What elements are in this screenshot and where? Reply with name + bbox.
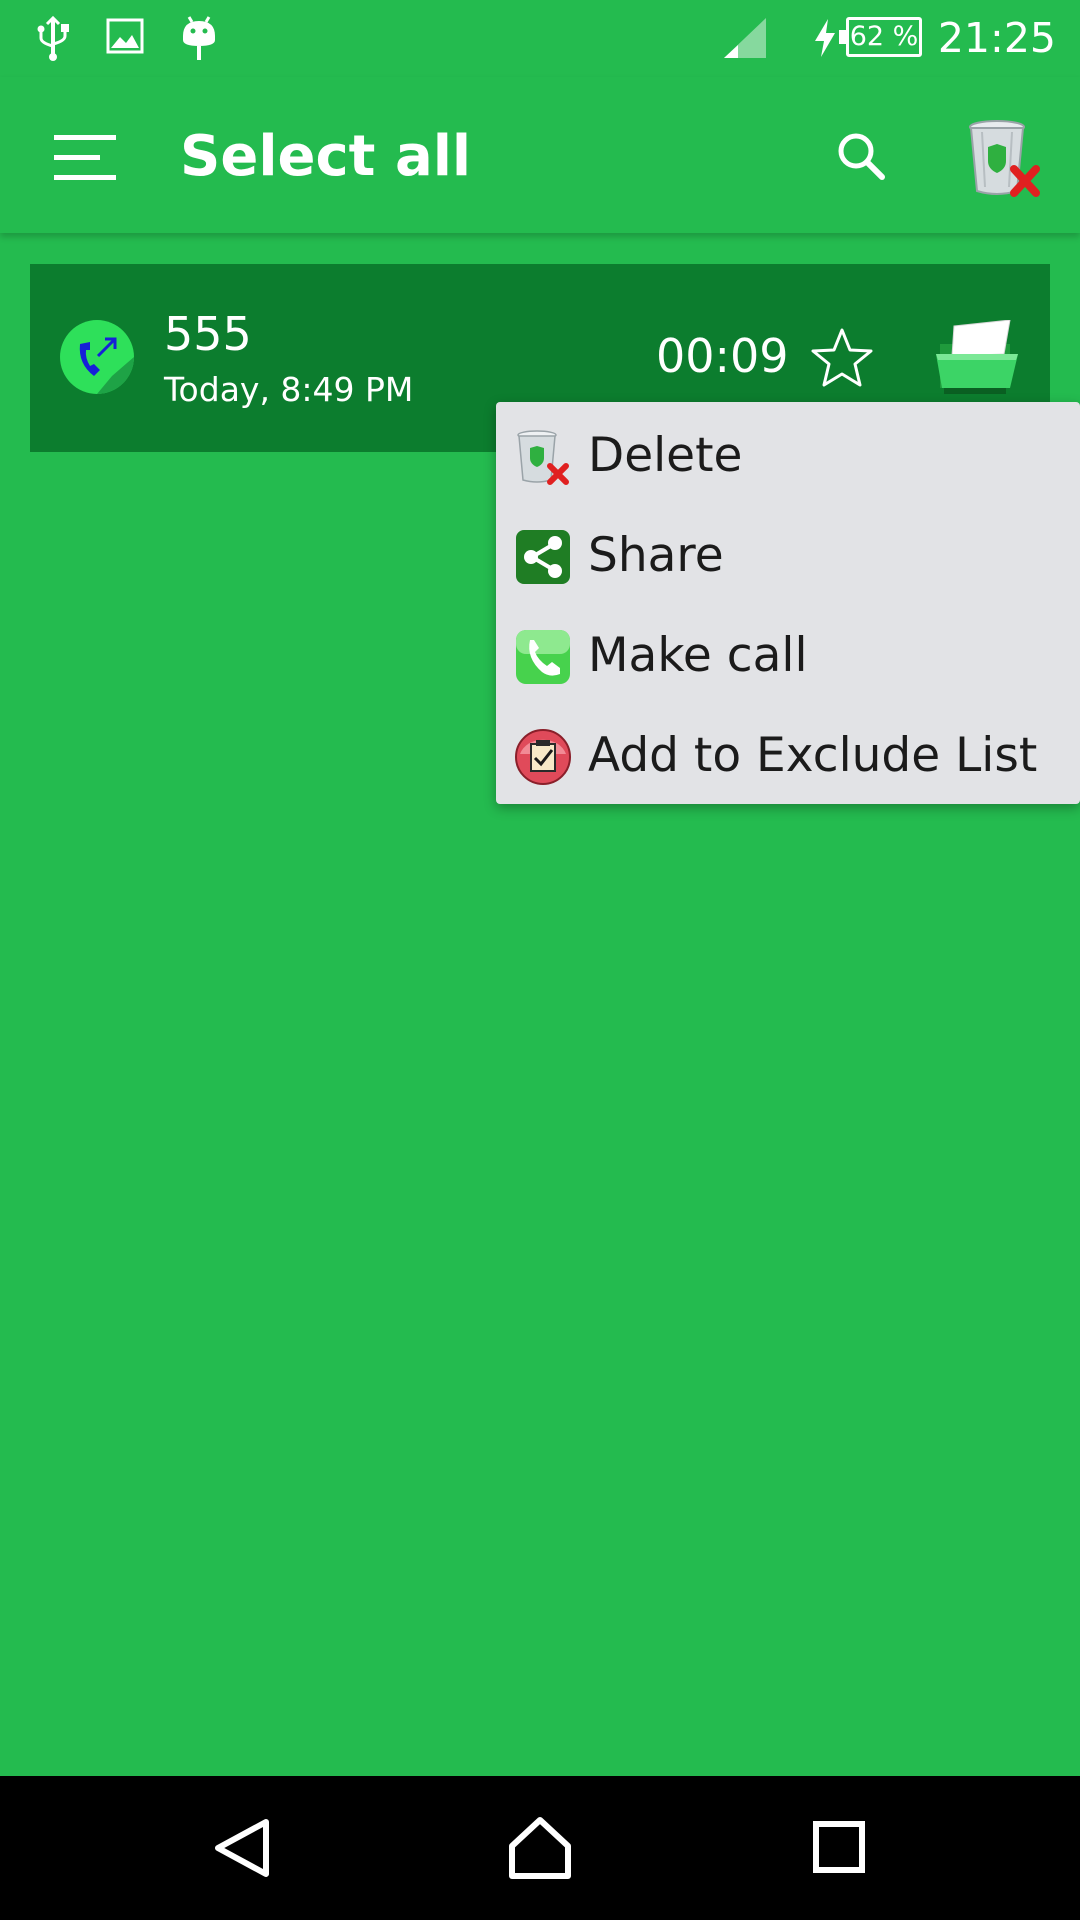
- android-icon: [183, 16, 215, 60]
- recycle-bin-icon: [517, 430, 569, 485]
- share-icon: [516, 530, 570, 584]
- call-number: 555: [164, 307, 252, 361]
- exclude-list-icon: [515, 729, 571, 785]
- recycle-bin-icon[interactable]: [964, 117, 1046, 201]
- context-menu: Delete Share Make call Add to Exclude Li…: [496, 402, 1080, 804]
- call-duration: 00:09: [656, 329, 789, 383]
- menu-item-label: Make call: [588, 628, 808, 683]
- search-icon[interactable]: [830, 125, 894, 189]
- status-bar: 62 % 21:25: [0, 0, 1080, 77]
- menu-item-label: Add to Exclude List: [588, 728, 1038, 783]
- clock: 21:25: [937, 14, 1056, 62]
- battery-percent: 62 %: [849, 21, 919, 52]
- recents-icon[interactable]: [804, 1816, 876, 1880]
- phone-icon: [516, 630, 570, 684]
- menu-item-add-to-exclude-list[interactable]: Add to Exclude List: [496, 706, 1080, 806]
- menu-item-delete[interactable]: Delete: [496, 406, 1080, 506]
- outgoing-call-icon: [60, 320, 134, 394]
- menu-item-label: Delete: [588, 428, 743, 483]
- signal-icon: [724, 18, 766, 58]
- menu-item-make-call[interactable]: Make call: [496, 606, 1080, 706]
- back-icon[interactable]: [206, 1816, 278, 1880]
- select-all-title[interactable]: Select all: [180, 121, 471, 193]
- home-icon[interactable]: [504, 1816, 576, 1880]
- charging-icon: [815, 19, 835, 57]
- star-icon[interactable]: [810, 326, 874, 390]
- usb-icon: [37, 16, 69, 61]
- navigation-bar: [0, 1776, 1080, 1920]
- app-bar: Select all: [0, 77, 1080, 233]
- menu-item-share[interactable]: Share: [496, 506, 1080, 606]
- call-timestamp: Today, 8:49 PM: [164, 370, 414, 409]
- battery-indicator: 62 %: [839, 17, 922, 57]
- menu-icon[interactable]: [40, 117, 130, 197]
- open-folder-icon[interactable]: [934, 320, 1020, 396]
- menu-item-label: Share: [588, 528, 724, 583]
- image-icon: [106, 18, 144, 54]
